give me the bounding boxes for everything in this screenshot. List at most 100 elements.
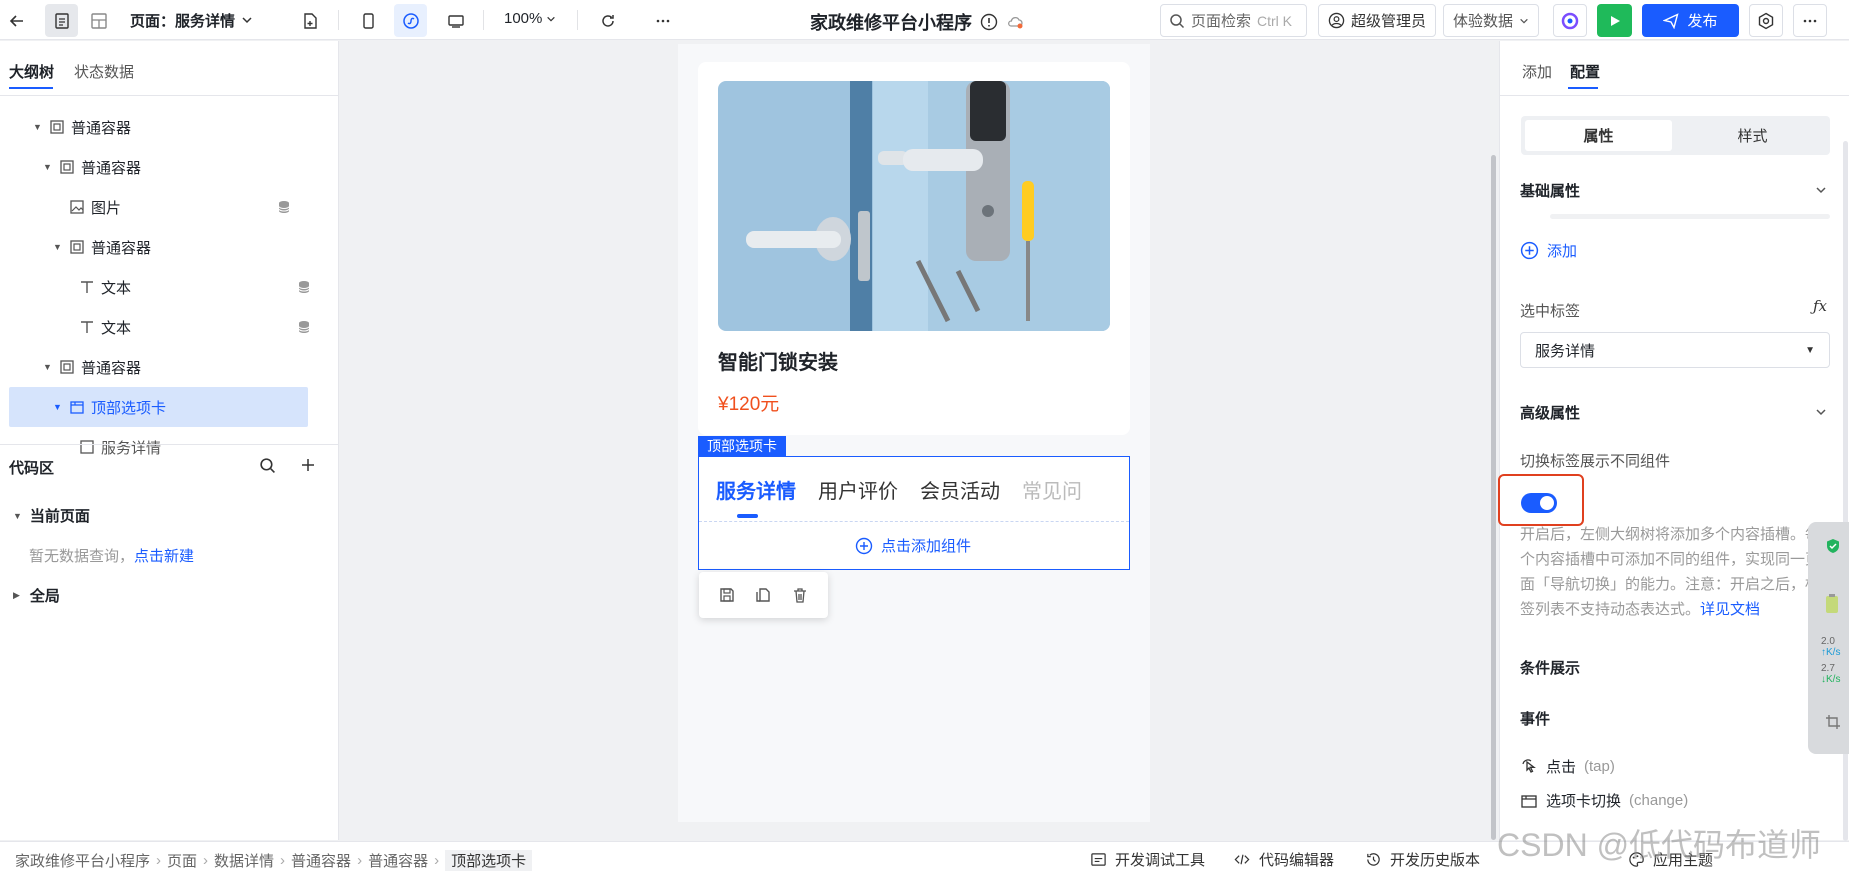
debug-console-icon bbox=[1091, 853, 1106, 866]
event-change-row[interactable]: 选项卡切换 (change) bbox=[1520, 790, 1688, 811]
breadcrumb-item[interactable]: 数据详情 bbox=[214, 850, 274, 871]
event-change-name: (change) bbox=[1629, 792, 1689, 809]
outline-view-icon[interactable] bbox=[45, 4, 78, 37]
basic-props-title[interactable]: 基础属性 bbox=[1520, 180, 1580, 201]
tree-node[interactable]: ▼ 普通容器 bbox=[33, 107, 333, 147]
tree-node[interactable]: 文本 bbox=[63, 267, 339, 307]
add-tab-button[interactable]: 添加 bbox=[1520, 240, 1577, 261]
product-price[interactable]: ¥120元 bbox=[718, 389, 779, 416]
seg-style[interactable]: 样式 bbox=[1679, 120, 1826, 151]
tab-user-review[interactable]: 用户评价 bbox=[818, 475, 898, 504]
watermark: CSDN @低代码布道师 bbox=[1497, 827, 1822, 863]
selected-tab-select[interactable]: 服务详情 ▼ bbox=[1520, 332, 1830, 368]
page-selector[interactable]: 页面：服务详情 bbox=[130, 8, 253, 32]
switch-tabs-toggle[interactable] bbox=[1521, 493, 1557, 513]
database-icon[interactable] bbox=[297, 320, 311, 334]
info-icon[interactable] bbox=[980, 13, 998, 31]
caret-down-icon: ▼ bbox=[1805, 344, 1815, 356]
code-editor-label: 代码编辑器 bbox=[1259, 852, 1335, 869]
tree-node[interactable]: ▼ 普通容器 bbox=[43, 347, 339, 387]
database-icon[interactable] bbox=[297, 280, 311, 294]
zoom-selector[interactable]: 100% bbox=[504, 10, 556, 27]
tree-node-label: 普通容器 bbox=[81, 359, 142, 377]
condition-show-title[interactable]: 条件展示 bbox=[1520, 657, 1580, 678]
database-icon[interactable] bbox=[277, 200, 291, 214]
admin-role-button[interactable]: 超级管理员 bbox=[1318, 4, 1437, 37]
play-icon bbox=[1610, 15, 1620, 26]
data-mode-select[interactable]: 体验数据 bbox=[1443, 4, 1540, 37]
ai-assistant-button[interactable] bbox=[1553, 4, 1587, 37]
history-button[interactable]: 开发历史版本 bbox=[1365, 849, 1480, 870]
search-icon[interactable] bbox=[259, 457, 276, 474]
seg-props[interactable]: 属性 bbox=[1525, 120, 1672, 151]
breadcrumb-current[interactable]: 顶部选项卡 bbox=[445, 850, 533, 871]
chevron-down-icon[interactable] bbox=[1815, 184, 1827, 196]
tabs-icon bbox=[70, 401, 84, 414]
layout-view-icon[interactable] bbox=[82, 4, 115, 37]
tab-state-data[interactable]: 状态数据 bbox=[74, 61, 134, 82]
help-doc-link[interactable]: 详见文档 bbox=[1700, 601, 1760, 618]
back-arrow-icon[interactable] bbox=[0, 4, 33, 37]
mobile-device-icon[interactable] bbox=[351, 4, 384, 37]
new-page-icon[interactable] bbox=[293, 4, 326, 37]
top-tabs-component[interactable]: 服务详情 用户评价 会员活动 常见问 点击添加组件 bbox=[698, 456, 1130, 570]
tree-node[interactable]: ▼ 普通容器 bbox=[43, 147, 339, 187]
crop-icon bbox=[1826, 715, 1840, 729]
delete-icon[interactable] bbox=[791, 586, 809, 604]
add-component-button[interactable]: 点击添加组件 bbox=[855, 535, 971, 556]
network-monitor-widget[interactable]: 2.0 ↑K/s 2.7 ↓K/s bbox=[1808, 522, 1849, 754]
tab-member-activity[interactable]: 会员活动 bbox=[920, 475, 1000, 504]
expression-fx-icon[interactable]: ƒx bbox=[1813, 297, 1827, 315]
plus-icon[interactable] bbox=[300, 457, 316, 473]
switch-tabs-label: 切换标签展示不同组件 bbox=[1520, 453, 1671, 470]
tab-config[interactable]: 配置 bbox=[1570, 61, 1600, 82]
settings-button[interactable] bbox=[1749, 4, 1783, 37]
search-label: 页面检索 bbox=[1191, 13, 1252, 30]
tab-service-detail[interactable]: 服务详情 bbox=[716, 475, 796, 504]
zoom-value: 100% bbox=[504, 10, 543, 27]
empty-query-text: 暂无数据查询， bbox=[29, 548, 135, 565]
save-icon[interactable] bbox=[718, 586, 736, 604]
more-menu-button[interactable] bbox=[1793, 4, 1827, 37]
preview-button[interactable] bbox=[1597, 4, 1632, 37]
event-click-name: (tap) bbox=[1584, 758, 1615, 775]
tab-outline-tree[interactable]: 大纲树 bbox=[9, 61, 54, 82]
chevron-down-icon bbox=[1520, 18, 1528, 24]
selected-tab-value: 服务详情 bbox=[1535, 342, 1596, 360]
desktop-device-icon[interactable] bbox=[439, 4, 472, 37]
switch-help-text: 开启后，左侧大纲树将添加多个内容插槽。每个内容插槽中可添加不同的组件，实现同一页… bbox=[1520, 522, 1830, 622]
product-image[interactable] bbox=[718, 81, 1110, 331]
advanced-props-title[interactable]: 高级属性 bbox=[1520, 402, 1580, 423]
tree-node-selected[interactable]: ▼ 顶部选项卡 bbox=[9, 387, 308, 427]
tab-faq[interactable]: 常见问 bbox=[1022, 475, 1130, 504]
caret-down-icon: ▼ bbox=[53, 242, 62, 252]
current-page-group[interactable]: ▼ 当前页面 bbox=[13, 505, 90, 526]
events-title[interactable]: 事件 bbox=[1520, 708, 1550, 729]
create-query-link[interactable]: 点击新建 bbox=[134, 548, 194, 565]
tree-node[interactable]: ▼ 普通容器 bbox=[53, 227, 339, 267]
canvas-scrollbar[interactable] bbox=[1491, 155, 1496, 840]
product-name[interactable]: 智能门锁安装 bbox=[718, 346, 838, 375]
copy-icon[interactable] bbox=[754, 586, 772, 604]
app-title-text: 家政维修平台小程序 bbox=[810, 13, 972, 33]
breadcrumb-item[interactable]: 页面 bbox=[167, 850, 197, 871]
refresh-icon[interactable] bbox=[591, 4, 624, 37]
event-click-row[interactable]: 点击 (tap) bbox=[1520, 756, 1615, 777]
publish-button[interactable]: 发布 bbox=[1642, 4, 1739, 37]
more-icon[interactable] bbox=[646, 4, 679, 37]
breadcrumb-item[interactable]: 普通容器 bbox=[368, 850, 428, 871]
debug-tool-button[interactable]: 开发调试工具 bbox=[1090, 849, 1205, 870]
tab-add[interactable]: 添加 bbox=[1522, 61, 1552, 82]
global-group[interactable]: ▶ 全局 bbox=[13, 585, 60, 606]
page-search-button[interactable]: 页面检索 Ctrl K bbox=[1160, 4, 1307, 37]
chevron-down-icon[interactable] bbox=[1815, 406, 1827, 418]
breadcrumb-item[interactable]: 家政维修平台小程序 bbox=[15, 850, 150, 871]
container-icon bbox=[70, 240, 84, 254]
search-icon bbox=[1170, 13, 1185, 28]
code-editor-button[interactable]: 代码编辑器 bbox=[1233, 849, 1334, 870]
miniprogram-device-icon[interactable] bbox=[394, 4, 427, 37]
tree-node[interactable]: 图片 bbox=[53, 187, 339, 227]
chevron-right-icon: › bbox=[203, 852, 209, 869]
breadcrumb-item[interactable]: 普通容器 bbox=[291, 850, 351, 871]
tree-node[interactable]: 文本 bbox=[63, 307, 339, 347]
